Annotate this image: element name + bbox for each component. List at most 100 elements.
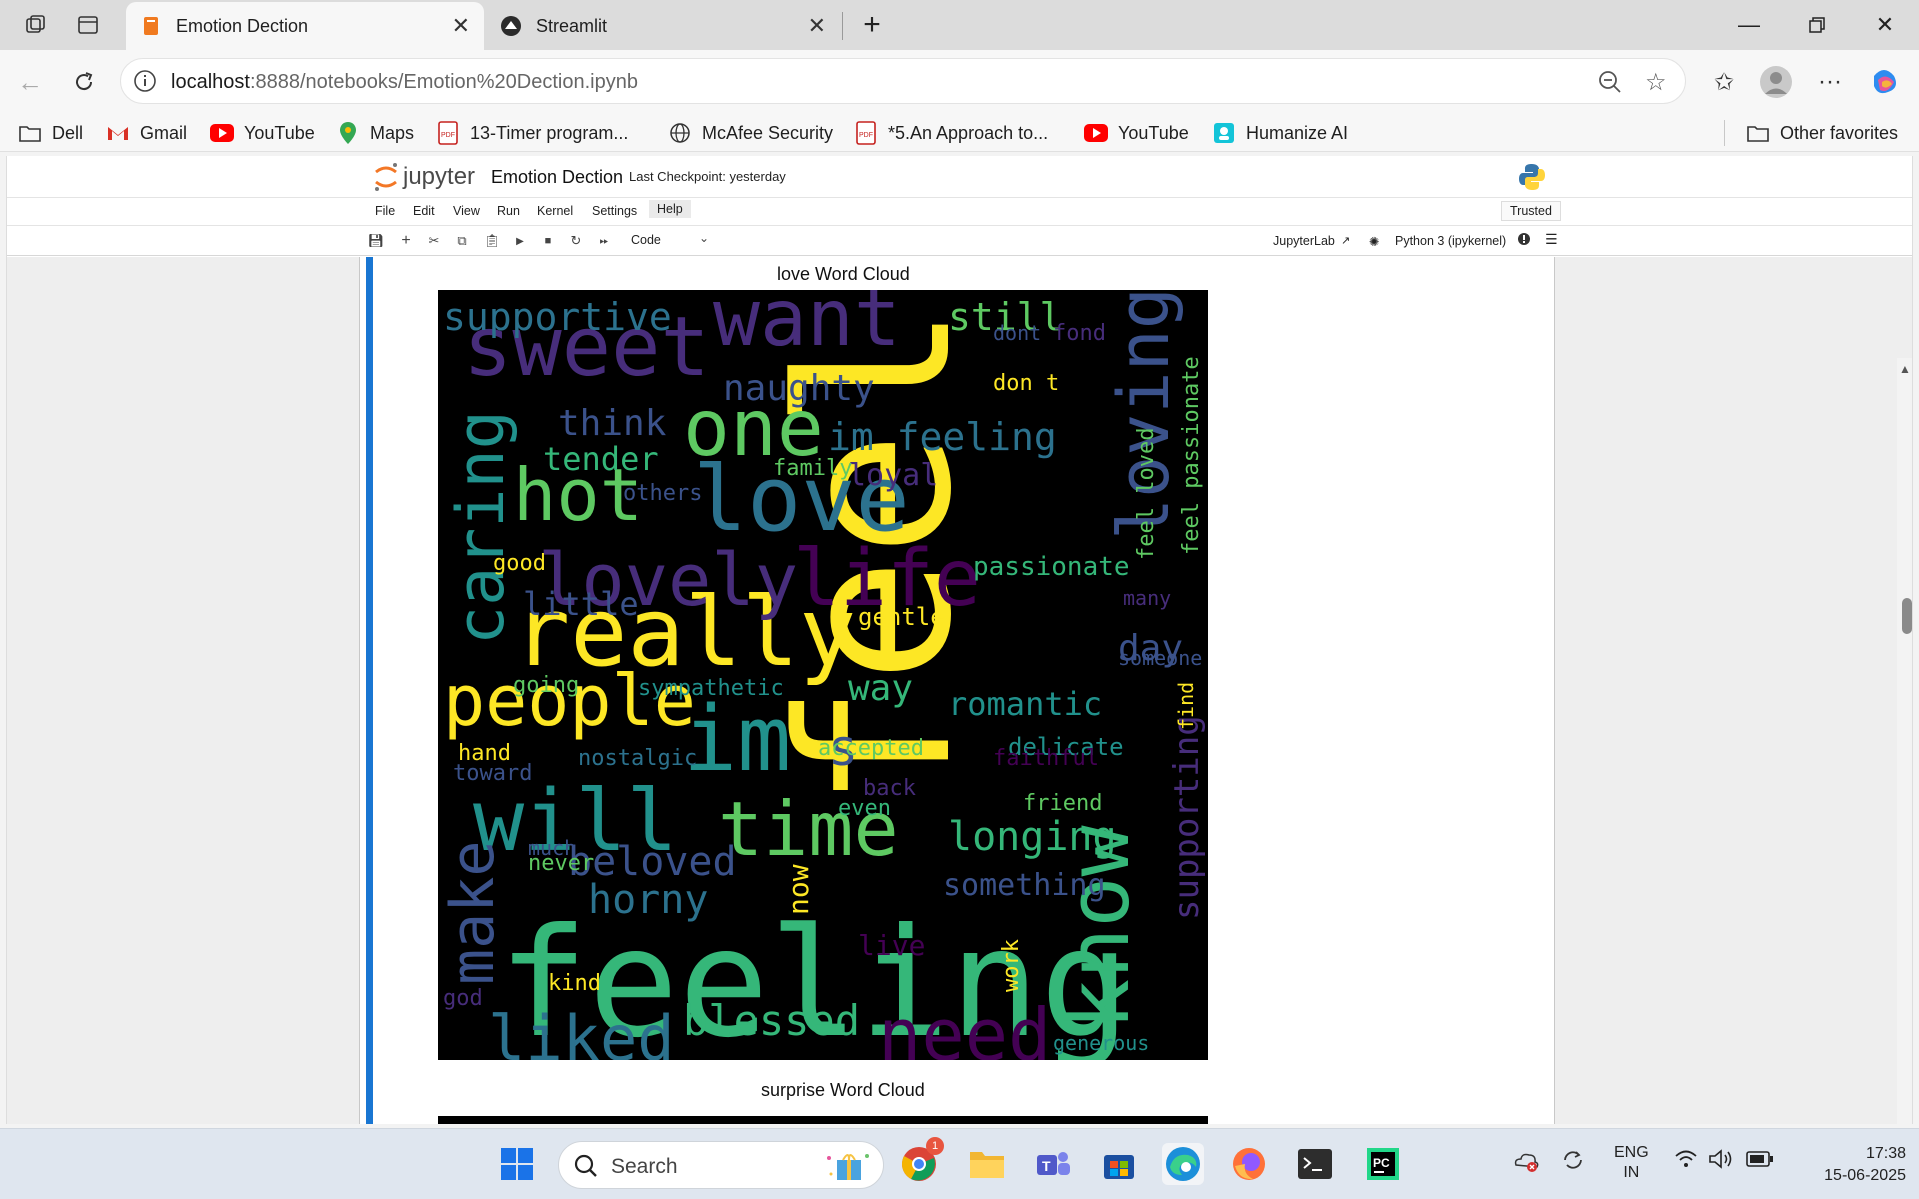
- taskbar-search[interactable]: Search: [558, 1141, 884, 1189]
- copilot-icon[interactable]: [1866, 64, 1902, 100]
- wifi-icon[interactable]: [1674, 1149, 1698, 1174]
- menu-file[interactable]: File: [375, 204, 395, 218]
- bookmarks-divider: [1724, 120, 1725, 146]
- external-link-icon[interactable]: ↗: [1341, 234, 1350, 247]
- favorites-icon[interactable]: ✩: [1706, 64, 1742, 100]
- onedrive-error-icon[interactable]: [1512, 1149, 1540, 1178]
- menu-lines-icon[interactable]: ☰: [1545, 231, 1558, 248]
- menu-run[interactable]: Run: [497, 204, 520, 218]
- address-toolbar: ← localhost:8888/notebooks/Emotion%20Dec…: [0, 50, 1919, 112]
- url-host: localhost: [171, 71, 250, 93]
- close-window-icon[interactable]: ✕: [1862, 8, 1908, 42]
- bookmark-youtube[interactable]: YouTube: [210, 120, 315, 146]
- word-cloud-word: supportive: [443, 295, 672, 339]
- word-cloud-word: god: [443, 986, 483, 1011]
- cell-type-select[interactable]: Code: [631, 233, 661, 247]
- paste-icon[interactable]: 📋︎: [483, 232, 501, 250]
- tab-actions-icon[interactable]: [72, 10, 104, 40]
- windows-taskbar: Search 1 T PC ENG IN 17:38 15-06-2025: [0, 1128, 1919, 1199]
- input-language-indicator[interactable]: ENG IN: [1614, 1143, 1649, 1183]
- chrome-app-icon[interactable]: 1: [898, 1137, 944, 1185]
- bookmark-13-timer[interactable]: PDF 13-Timer program...: [436, 120, 628, 146]
- restart-icon[interactable]: ↻: [567, 232, 585, 250]
- pdf-icon: PDF: [436, 121, 460, 145]
- tab-emotion-dection[interactable]: Emotion Dection ✕: [126, 2, 484, 50]
- bookmark-maps[interactable]: Maps: [336, 120, 414, 146]
- cut-icon[interactable]: ✂: [425, 232, 443, 250]
- profile-avatar-icon[interactable]: [1758, 64, 1794, 100]
- more-options-icon[interactable]: ···: [1812, 64, 1848, 100]
- url-text[interactable]: localhost:8888/notebooks/Emotion%20Decti…: [171, 71, 638, 94]
- menu-help[interactable]: Help: [649, 200, 691, 218]
- close-tab-icon[interactable]: ✕: [452, 13, 470, 39]
- back-icon[interactable]: ←: [12, 64, 48, 100]
- jupyter-logo[interactable]: jupyter: [373, 162, 475, 192]
- bookmark-mcafee[interactable]: McAfee Security: [668, 120, 833, 146]
- menu-view[interactable]: View: [453, 204, 480, 218]
- firefox-icon[interactable]: [1228, 1143, 1270, 1185]
- bookmark-dell[interactable]: Dell: [18, 120, 83, 146]
- word-cloud-word: many: [1123, 586, 1171, 610]
- copy-icon[interactable]: ⧉: [453, 232, 471, 250]
- zoom-out-icon[interactable]: [1597, 69, 1623, 100]
- word-cloud-word: toward: [453, 761, 532, 786]
- terminal-icon[interactable]: [1294, 1143, 1336, 1185]
- word-cloud-word: longing: [948, 814, 1117, 860]
- menu-settings[interactable]: Settings: [592, 204, 637, 218]
- minimize-icon[interactable]: —: [1726, 8, 1772, 42]
- output-cell[interactable]: love Word Cloud feel feeling love really im t…: [359, 257, 1555, 1124]
- battery-icon[interactable]: [1746, 1150, 1774, 1173]
- bookmark-gmail[interactable]: Gmail: [106, 120, 187, 146]
- other-favorites[interactable]: Other favorites: [1746, 120, 1898, 146]
- stop-icon[interactable]: ■: [539, 232, 557, 250]
- trusted-indicator[interactable]: Trusted: [1501, 201, 1561, 221]
- surprise-word-cloud: [438, 1116, 1208, 1124]
- file-explorer-icon[interactable]: [966, 1143, 1008, 1185]
- favorite-star-icon[interactable]: ☆: [1645, 68, 1667, 97]
- chevron-down-icon[interactable]: ⌄: [699, 231, 709, 245]
- workspaces-icon[interactable]: [20, 10, 52, 40]
- sync-icon[interactable]: [1560, 1147, 1586, 1178]
- start-windows-icon[interactable]: [496, 1143, 538, 1185]
- jupyterlab-link[interactable]: JupyterLab: [1273, 234, 1335, 248]
- word-cloud-word: feel loved: [1134, 428, 1159, 560]
- bookmark-humanize-ai[interactable]: Humanize AI: [1212, 120, 1348, 146]
- word-cloud-word: make: [438, 841, 508, 986]
- microsoft-store-icon[interactable]: [1098, 1143, 1140, 1185]
- system-clock[interactable]: 17:38 15-06-2025: [1796, 1143, 1906, 1187]
- notebook-title[interactable]: Emotion Dection: [491, 167, 623, 188]
- edge-app-icon[interactable]: [1162, 1143, 1204, 1185]
- word-cloud-word: liked: [488, 1002, 675, 1060]
- close-tab-icon[interactable]: ✕: [808, 13, 826, 39]
- word-cloud-word: someone: [1118, 646, 1202, 670]
- word-cloud-word: family: [773, 456, 852, 481]
- pycharm-icon[interactable]: PC: [1362, 1143, 1404, 1185]
- word-cloud-word: want: [713, 290, 901, 364]
- word-cloud-word: friend: [1023, 791, 1102, 816]
- debugger-icon[interactable]: ✺: [1369, 234, 1379, 249]
- scroll-up-icon[interactable]: ▲: [1899, 362, 1911, 376]
- scrollbar[interactable]: ▲ ▼: [1897, 358, 1912, 1124]
- kernel-name[interactable]: Python 3 (ipykernel): [1395, 234, 1506, 248]
- refresh-icon[interactable]: [66, 64, 102, 100]
- menu-kernel[interactable]: Kernel: [537, 204, 573, 218]
- svg-text:PDF: PDF: [859, 132, 873, 139]
- run-all-icon[interactable]: ⏩︎: [595, 232, 613, 250]
- run-icon[interactable]: ▶: [511, 232, 529, 250]
- scrollbar-thumb[interactable]: [1902, 598, 1912, 634]
- maps-icon: [336, 121, 360, 145]
- notebook-toolbar: 💾︎ + ✂ ⧉ 📋︎ ▶ ■ ↻ ⏩︎ Code ⌄ JupyterLab ↗…: [7, 226, 1912, 256]
- teams-icon[interactable]: T: [1032, 1143, 1074, 1185]
- bookmark-youtube-2[interactable]: YouTube: [1084, 120, 1189, 146]
- menu-edit[interactable]: Edit: [413, 204, 435, 218]
- tab-streamlit[interactable]: Streamlit ✕: [486, 2, 840, 50]
- save-icon[interactable]: 💾︎: [367, 232, 385, 250]
- volume-icon[interactable]: [1708, 1148, 1734, 1175]
- restore-icon[interactable]: [1794, 8, 1840, 42]
- insert-cell-icon[interactable]: +: [397, 232, 415, 250]
- clock-date: 15-06-2025: [1824, 1167, 1906, 1184]
- new-tab-icon[interactable]: +: [856, 8, 888, 41]
- address-bar[interactable]: localhost:8888/notebooks/Emotion%20Decti…: [120, 58, 1686, 104]
- bookmark-approach[interactable]: PDF *5.An Approach to...: [854, 120, 1048, 146]
- site-info-icon[interactable]: [133, 69, 157, 98]
